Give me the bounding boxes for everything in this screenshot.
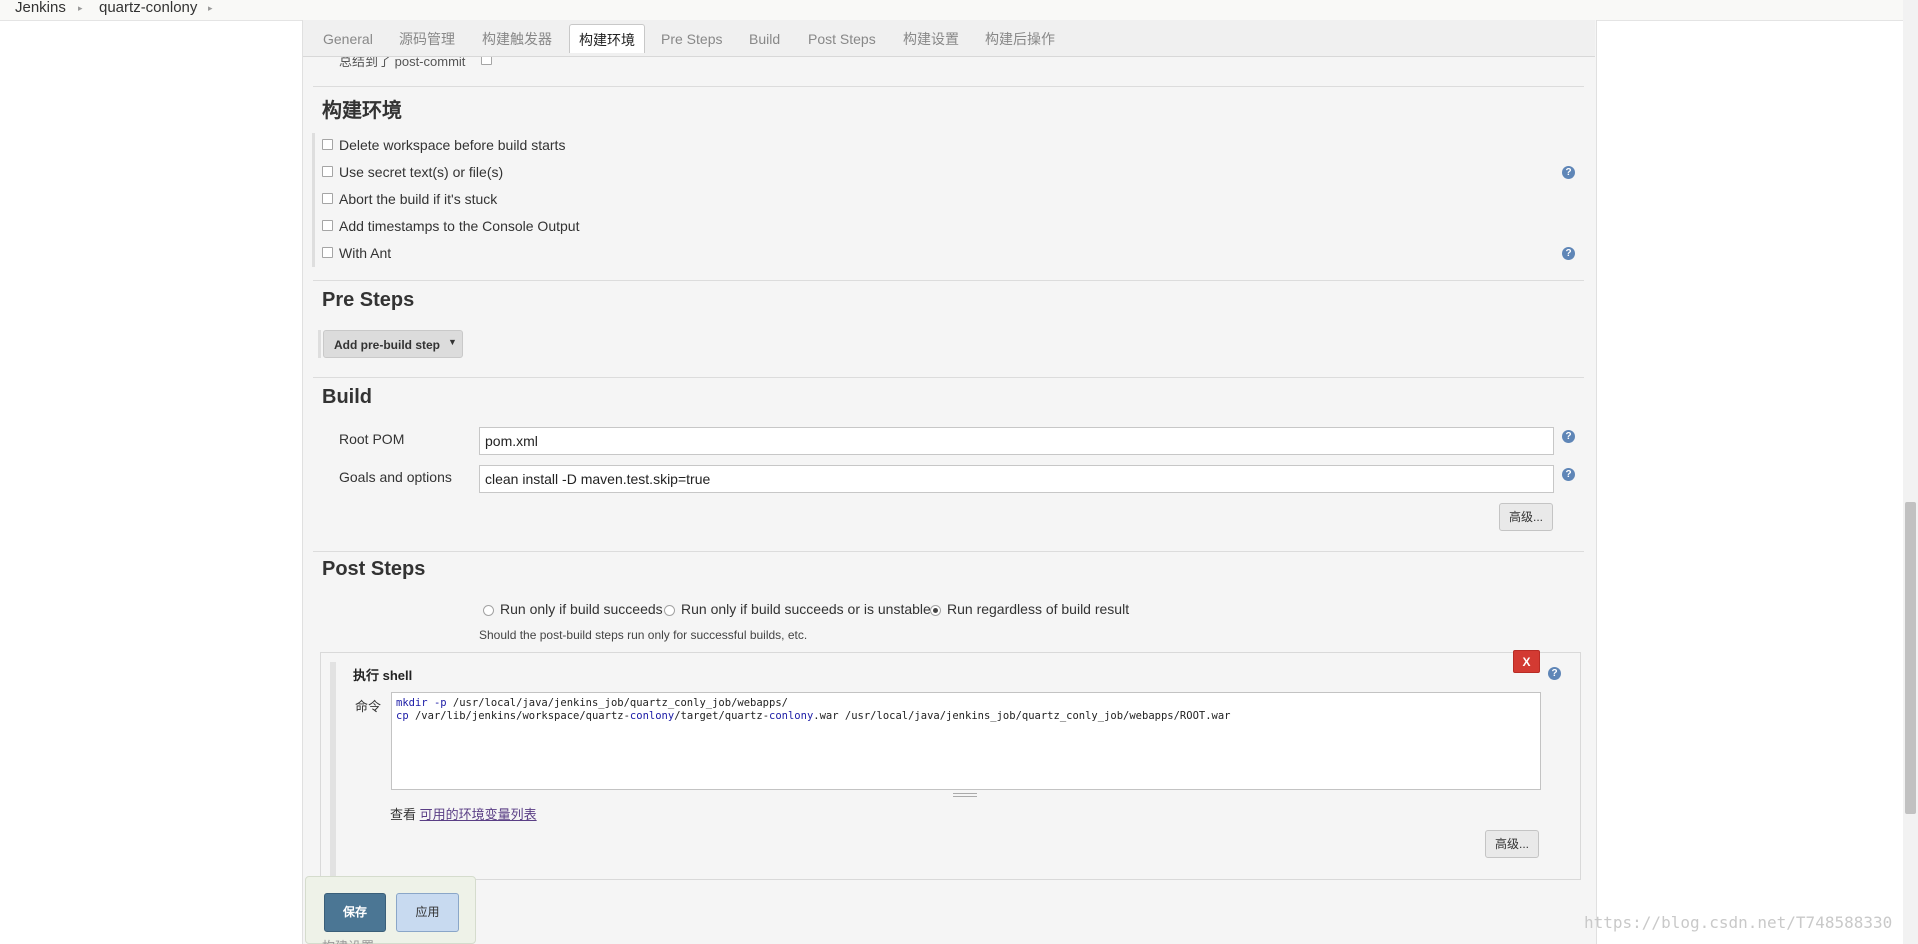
code-keyword: conlony: [629, 710, 675, 722]
help-icon[interactable]: ?: [1562, 430, 1575, 443]
breadcrumb-job[interactable]: quartz-conlony: [99, 0, 197, 15]
checkbox-secret-text[interactable]: [322, 166, 333, 177]
code-flag: -p: [433, 697, 447, 709]
cut-off-row: 总结到了 post-commit ?: [303, 57, 1585, 73]
label-timestamps: Add timestamps to the Console Output: [339, 218, 580, 234]
root-pom-label: Root POM: [339, 431, 405, 447]
tab-build-triggers[interactable]: 构建触发器: [482, 28, 552, 54]
delete-step-button[interactable]: X: [1513, 650, 1540, 673]
section-tabs: General 源码管理 构建触发器 构建环境 Pre Steps Build …: [303, 20, 1595, 57]
label-delete-workspace: Delete workspace before build starts: [339, 137, 566, 153]
help-icon[interactable]: ?: [1562, 247, 1575, 260]
tab-build[interactable]: Build: [749, 28, 780, 54]
save-button[interactable]: 保存: [324, 893, 386, 932]
tab-build-settings[interactable]: 构建设置: [903, 28, 959, 54]
add-pre-build-step-button[interactable]: Add pre-build step ▼: [323, 330, 463, 358]
checkbox-delete-workspace[interactable]: [322, 139, 333, 150]
label-with-ant: With Ant: [339, 245, 392, 261]
section-left-bar: [318, 330, 321, 358]
tab-build-environment[interactable]: 构建环境: [569, 24, 645, 53]
radio-run-if-unstable[interactable]: [664, 605, 675, 616]
post-steps-hint: Should the post-build steps run only for…: [479, 628, 808, 642]
shell-advanced-button[interactable]: 高级...: [1485, 830, 1539, 858]
breadcrumb-separator-icon[interactable]: ▸: [208, 3, 213, 14]
breadcrumb: Jenkins ▸ quartz-conlony ▸: [0, 0, 1918, 21]
command-label: 命令: [355, 699, 382, 714]
breadcrumb-jenkins[interactable]: Jenkins: [15, 0, 66, 15]
label-secret-text: Use secret text(s) or file(s): [339, 164, 504, 180]
label-abort-stuck: Abort the build if it's stuck: [339, 191, 498, 207]
tab-post-build-actions[interactable]: 构建后操作: [985, 28, 1055, 54]
code-text: /var/lib/jenkins/workspace/quartz-: [408, 710, 630, 722]
breadcrumb-separator-icon[interactable]: ▸: [78, 3, 83, 14]
section-left-bar: [312, 133, 315, 267]
section-title-pre-steps: Pre Steps: [322, 289, 415, 311]
scrollbar-thumb[interactable]: [1905, 502, 1916, 814]
code-text: /target/quartz-: [674, 710, 770, 722]
label-run-regardless: Run regardless of build result: [947, 601, 1130, 617]
add-pre-build-step-label: Add pre-build step: [334, 338, 440, 352]
tab-general[interactable]: General: [323, 28, 373, 54]
env-vars-prefix: 查看: [390, 807, 420, 822]
radio-run-if-succeeds[interactable]: [483, 605, 494, 616]
label-run-if-unstable: Run only if build succeeds or is unstabl…: [681, 601, 931, 617]
divider: [313, 551, 1584, 552]
root-pom-input[interactable]: pom.xml: [479, 427, 1554, 455]
watermark: https://blog.csdn.net/T748588330: [1584, 913, 1893, 932]
execute-shell-title: 执行 shell: [353, 668, 413, 683]
dropdown-caret-icon: ▼: [448, 337, 457, 347]
tab-post-steps[interactable]: Post Steps: [808, 28, 876, 54]
checkbox-abort-stuck[interactable]: [322, 193, 333, 204]
env-vars-link[interactable]: 可用的环境变量列表: [420, 807, 537, 822]
tab-pre-steps[interactable]: Pre Steps: [661, 28, 722, 54]
shell-drag-handle[interactable]: [330, 662, 336, 878]
env-vars-line: 查看 可用的环境变量列表: [390, 804, 537, 823]
build-advanced-button[interactable]: 高级...: [1499, 503, 1553, 531]
post-commit-label: 总结到了 post-commit: [339, 57, 466, 69]
code-text: .war /usr/local/java/jenkins_job/quartz_…: [813, 710, 1231, 722]
section-title-post-steps: Post Steps: [322, 558, 426, 580]
section-title-build-environment: 构建环境: [322, 100, 402, 122]
code-cmd: mkdir: [396, 697, 428, 709]
checkbox-timestamps[interactable]: [322, 220, 333, 231]
code-keyword: conlony: [769, 710, 814, 722]
tab-source-control[interactable]: 源码管理: [399, 28, 455, 54]
checkbox-with-ant[interactable]: [322, 247, 333, 258]
radio-run-regardless[interactable]: [930, 605, 941, 616]
help-icon[interactable]: ?: [1562, 166, 1575, 179]
goals-input[interactable]: clean install -D maven.test.skip=true: [479, 465, 1554, 493]
section-title-build: Build: [322, 386, 372, 408]
apply-button[interactable]: 应用: [396, 893, 459, 932]
code-cmd: cp: [396, 710, 409, 722]
command-textarea[interactable]: mkdir -p /usr/local/java/jenkins_job/qua…: [391, 692, 1541, 790]
textarea-resize-grip[interactable]: [953, 793, 977, 797]
cut-off-section-title: 构建设置: [322, 936, 374, 944]
divider: [313, 377, 1584, 378]
label-run-if-succeeds: Run only if build succeeds: [500, 601, 663, 617]
code-text: /usr/local/java/jenkins_job/quartz_conly…: [446, 697, 788, 709]
help-icon[interactable]: ?: [1562, 468, 1575, 481]
help-icon[interactable]: ?: [1548, 667, 1561, 680]
divider: [313, 86, 1584, 87]
goals-label: Goals and options: [339, 469, 452, 485]
post-commit-checkbox[interactable]: [481, 57, 492, 65]
divider: [313, 280, 1584, 281]
